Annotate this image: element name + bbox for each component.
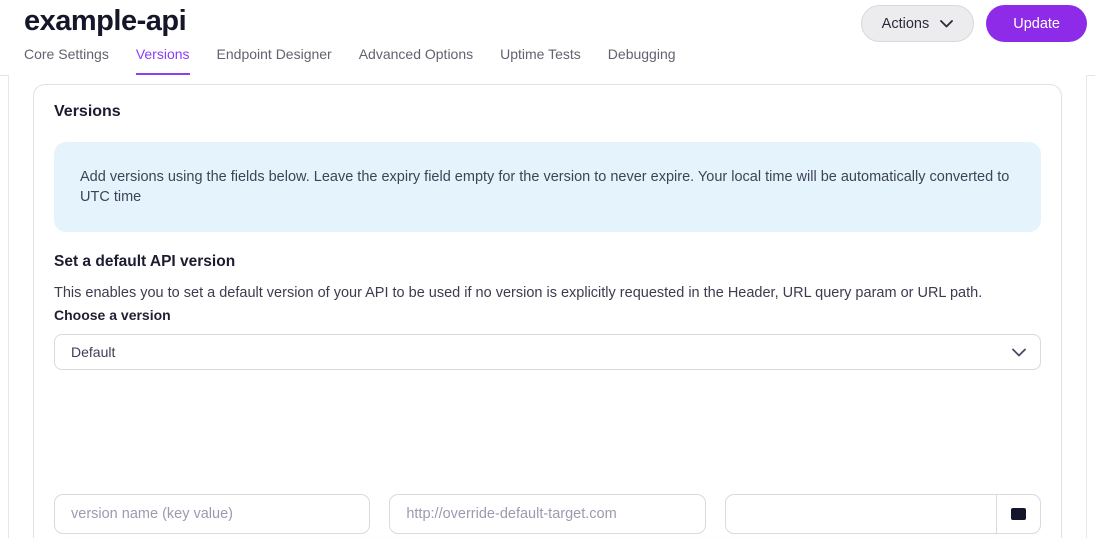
version-select[interactable]: Default: [54, 334, 1041, 370]
update-button-label: Update: [1013, 15, 1060, 32]
tab-bar: Core Settings Versions Endpoint Designer…: [0, 46, 1095, 75]
choose-version-label: Choose a version: [54, 307, 171, 323]
tab-uptime-tests[interactable]: Uptime Tests: [500, 46, 581, 75]
page-header: example-api Actions Update Core Settings…: [0, 0, 1095, 76]
info-banner-text: Add versions using the fields below. Lea…: [80, 169, 1010, 205]
calendar-icon: [1010, 508, 1026, 520]
expiry-field: [724, 494, 1041, 534]
tab-debugging[interactable]: Debugging: [608, 46, 676, 75]
actions-button-label: Actions: [881, 15, 930, 32]
new-version-row: [54, 494, 1041, 534]
update-button[interactable]: Update: [986, 5, 1087, 42]
section-title-default-version: Set a default API version: [54, 253, 236, 270]
tab-core-settings[interactable]: Core Settings: [24, 46, 109, 75]
content-frame: Versions Add versions using the fields b…: [8, 75, 1087, 538]
tab-versions[interactable]: Versions: [135, 46, 190, 75]
version-select-area: Default Default v2: [54, 334, 1041, 534]
version-select-value: Default: [71, 344, 116, 360]
version-name-input[interactable]: [55, 495, 370, 533]
card-title: Versions: [54, 103, 121, 120]
versions-card: Versions Add versions using the fields b…: [33, 84, 1062, 538]
actions-button[interactable]: Actions: [860, 5, 975, 42]
chevron-down-icon: [940, 19, 954, 28]
version-name-field: [54, 494, 371, 534]
header-actions: Actions Update: [860, 5, 1087, 42]
date-picker-button[interactable]: [995, 495, 1040, 533]
expiry-date-input[interactable]: [725, 495, 996, 533]
override-target-field: [389, 494, 706, 534]
chevron-down-icon: [1012, 348, 1026, 357]
tab-advanced-options[interactable]: Advanced Options: [359, 46, 473, 75]
info-banner: Add versions using the fields below. Lea…: [54, 142, 1041, 232]
tab-endpoint-designer[interactable]: Endpoint Designer: [217, 46, 332, 75]
section-description: This enables you to set a default versio…: [54, 285, 983, 301]
override-target-input[interactable]: [390, 495, 705, 533]
